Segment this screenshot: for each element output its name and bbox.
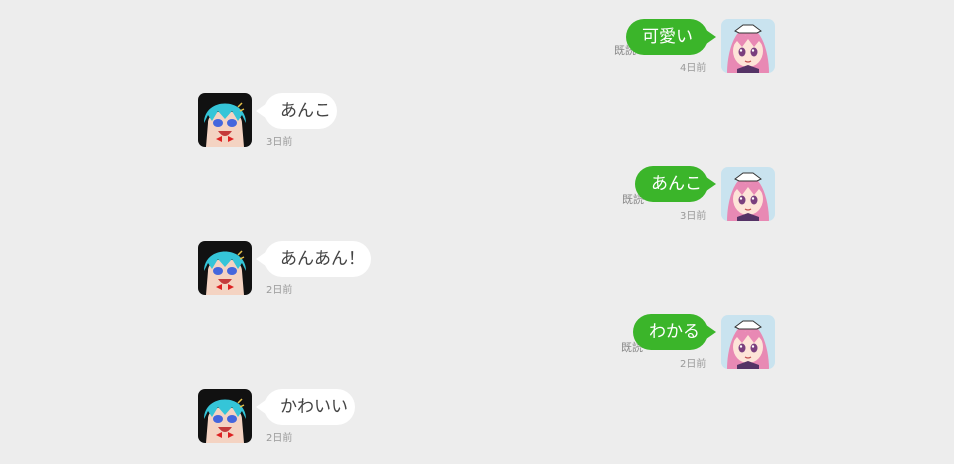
message-timestamp: 2日前 (266, 285, 293, 296)
message-timestamp: 2日前 (266, 433, 293, 444)
user-avatar-blue-hair[interactable] (198, 93, 252, 147)
message-timestamp: 3日前 (266, 137, 293, 148)
user-avatar-pink-hair[interactable] (721, 19, 775, 73)
message-timestamp: 2日前 (680, 359, 707, 370)
user-avatar-blue-hair[interactable] (198, 241, 252, 295)
user-avatar-blue-hair[interactable] (198, 389, 252, 443)
message-bubble[interactable]: かわいい (256, 389, 355, 425)
message-timestamp: 3日前 (680, 211, 707, 222)
message-bubble[interactable]: あんこ (635, 166, 716, 202)
message-bubble[interactable]: わかる (633, 314, 716, 350)
message-timestamp: 4日前 (680, 63, 707, 74)
user-avatar-pink-hair[interactable] (721, 315, 775, 369)
user-avatar-pink-hair[interactable] (721, 167, 775, 221)
message-bubble[interactable]: あんあん！ (256, 241, 371, 277)
message-bubble[interactable]: 可愛い (626, 19, 716, 55)
message-bubble[interactable]: あんこ (256, 93, 337, 129)
